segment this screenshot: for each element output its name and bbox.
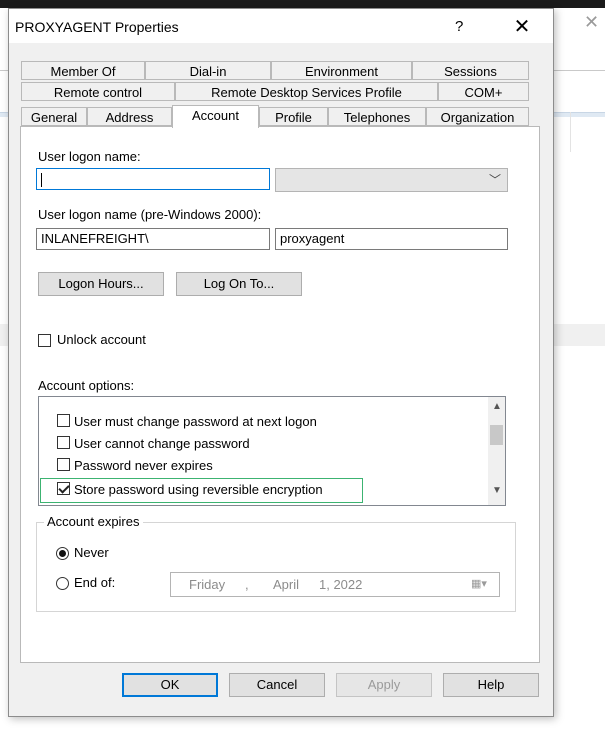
option-must-change-password[interactable]: User must change password at next logon (57, 413, 317, 429)
end-of-radio[interactable] (56, 577, 69, 590)
option-label: Password never expires (74, 458, 213, 474)
domain-prefix-field: INLANEFREIGHT\ (36, 228, 270, 250)
background-close-icon[interactable]: ✕ (584, 12, 599, 33)
text-caret (41, 172, 42, 187)
help-icon[interactable]: ? (455, 18, 463, 35)
chevron-down-icon: ﹀ (488, 173, 501, 187)
highlight-box (40, 478, 363, 503)
tab-remote-control[interactable]: Remote control (21, 82, 175, 101)
end-of-label: End of: (74, 575, 116, 590)
pre-windows-2000-label: User logon name (pre-Windows 2000): (38, 207, 262, 222)
never-label: Never (74, 545, 109, 560)
date-daynum: 1, 2022 (319, 577, 363, 592)
dialog-titlebar: PROXYAGENT Properties ? ✕ (9, 9, 553, 43)
tab-environment[interactable]: Environment (271, 61, 412, 80)
account-expires-title: Account expires (44, 514, 143, 529)
tab-telephones[interactable]: Telephones (328, 107, 426, 126)
option-checkbox[interactable] (57, 436, 70, 450)
scroll-down-icon[interactable]: ▼ (492, 485, 502, 496)
user-logon-name-input[interactable] (36, 168, 270, 190)
expiry-date-picker[interactable]: Friday , April 1, 2022 ▦▾ (170, 572, 500, 597)
never-radio[interactable] (56, 547, 69, 560)
account-expires-group (36, 522, 516, 612)
option-password-never-expires[interactable]: Password never expires (57, 457, 213, 473)
date-day: Friday (189, 577, 226, 592)
tab-general[interactable]: General (21, 107, 87, 126)
tab-remote-desktop-services-profile[interactable]: Remote Desktop Services Profile (175, 82, 438, 101)
unlock-account-label: Unlock account (57, 332, 146, 347)
tab-address[interactable]: Address (87, 107, 172, 126)
dialog-title: PROXYAGENT Properties (15, 19, 179, 35)
tab-com-plus[interactable]: COM+ (438, 82, 529, 101)
tab-sessions[interactable]: Sessions (412, 61, 529, 80)
ok-button[interactable]: OK (122, 673, 218, 697)
help-button[interactable]: Help (443, 673, 539, 697)
background-titlebar (0, 0, 605, 8)
option-label: User must change password at next logon (74, 414, 317, 430)
calendar-dropdown-icon[interactable]: ▦▾ (471, 577, 493, 591)
date-separator: , (245, 577, 249, 592)
option-checkbox[interactable] (57, 414, 70, 428)
scroll-up-icon[interactable]: ▲ (492, 401, 502, 412)
cancel-button[interactable]: Cancel (229, 673, 325, 697)
logon-hours-button[interactable]: Logon Hours... (38, 272, 164, 296)
tab-organization[interactable]: Organization (426, 107, 529, 126)
tab-member-of[interactable]: Member Of (21, 61, 145, 80)
unlock-account-checkbox[interactable] (38, 334, 51, 347)
date-month: April (273, 577, 300, 592)
tab-dial-in[interactable]: Dial-in (145, 61, 271, 80)
tab-profile[interactable]: Profile (259, 107, 328, 126)
pre-windows-username-input[interactable]: proxyagent (275, 228, 508, 250)
upn-suffix-dropdown[interactable]: ﹀ (275, 168, 508, 192)
background-divider-vertical (570, 112, 571, 152)
option-cannot-change-password[interactable]: User cannot change password (57, 435, 250, 451)
options-scrollbar[interactable]: ▲ ▼ (488, 397, 505, 505)
account-options-label: Account options: (38, 378, 135, 393)
option-label: User cannot change password (74, 436, 250, 452)
scroll-thumb[interactable] (490, 425, 503, 445)
tab-account[interactable]: Account (172, 105, 259, 128)
user-logon-name-label: User logon name: (38, 149, 141, 164)
close-icon[interactable]: ✕ (505, 13, 539, 41)
apply-button[interactable]: Apply (336, 673, 432, 697)
log-on-to-button[interactable]: Log On To... (176, 272, 302, 296)
option-checkbox[interactable] (57, 458, 70, 472)
